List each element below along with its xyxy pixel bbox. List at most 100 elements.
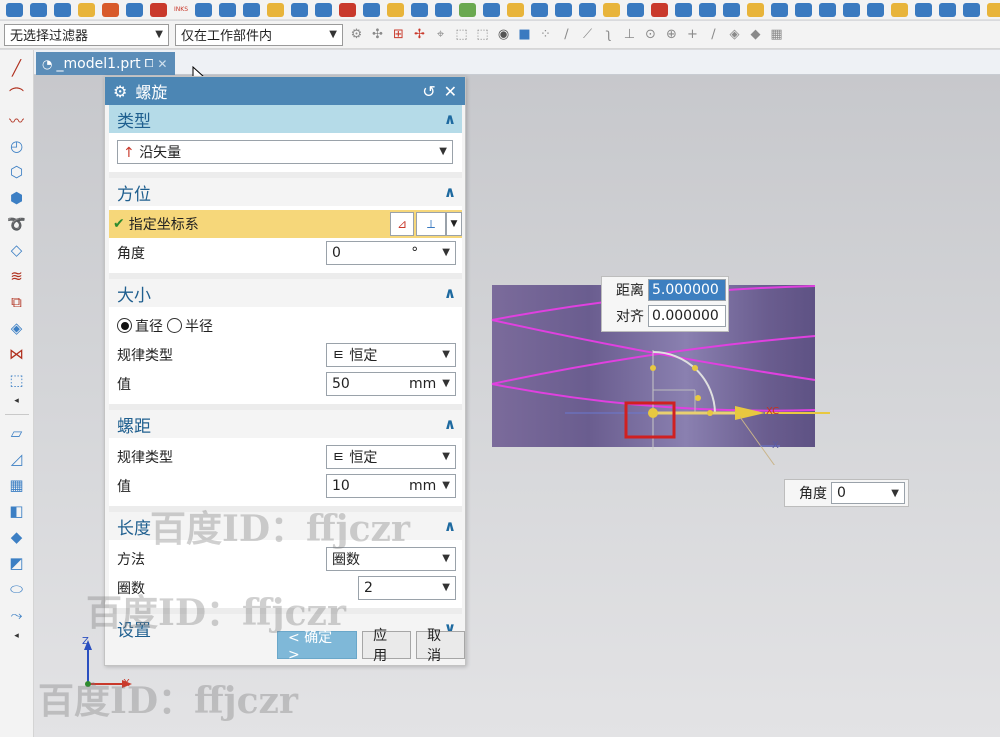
radius-radio[interactable] <box>167 318 182 333</box>
toolbar-tool-icon[interactable] <box>843 2 861 17</box>
toolbar-tool-icon[interactable] <box>939 2 957 17</box>
more-tools-icon[interactable]: ◂ <box>14 396 19 406</box>
csys-dialog-icon[interactable]: ⊿ <box>390 212 414 236</box>
grid-icon[interactable]: ▦ <box>769 27 784 42</box>
filter-gear-icon[interactable]: ⚙ <box>349 27 364 42</box>
toolbar-tool-icon[interactable] <box>411 2 429 17</box>
intersect-curve-icon[interactable]: ⋈ <box>7 344 27 364</box>
section-pitch-header[interactable]: 螺距 ∧ <box>109 410 462 438</box>
polygon-tool-icon[interactable]: ⬡ <box>7 162 27 182</box>
toolbar-tool-icon[interactable] <box>795 2 813 17</box>
toolbar-tool-icon[interactable] <box>126 2 143 17</box>
point-constructor-icon[interactable]: ⊞ <box>391 27 406 42</box>
turns-dropdown[interactable]: 2 ▼ <box>358 575 456 600</box>
solid-view-icon[interactable]: ■ <box>517 27 532 42</box>
pitch-law-dropdown[interactable]: ㅌ 恒定 ▼ <box>326 444 456 469</box>
circle-center-icon[interactable]: ⊙ <box>643 27 658 42</box>
toolbar-tool-icon[interactable] <box>435 2 453 17</box>
toolbar-tool-icon[interactable] <box>102 2 119 17</box>
toolbar-tool-icon[interactable] <box>771 2 789 17</box>
dialog-title-bar[interactable]: ⚙ 螺旋 ↺ ✕ <box>105 77 465 105</box>
toolbar-tool-icon[interactable] <box>219 2 237 17</box>
box-select-icon[interactable]: ⬚ <box>454 27 469 42</box>
surface-curve-icon[interactable]: ◈ <box>7 318 27 338</box>
toolbar-tool-icon[interactable] <box>819 2 837 17</box>
toolbar-tool-icon[interactable] <box>291 2 309 17</box>
toolbar-tool-icon[interactable] <box>363 2 381 17</box>
toolbar-tool-icon[interactable] <box>867 2 885 17</box>
face-icon[interactable]: ◈ <box>727 27 742 42</box>
toolbar-tool-icon[interactable] <box>243 2 261 17</box>
diameter-radio[interactable] <box>117 318 132 333</box>
shaded-view-icon[interactable]: ◉ <box>496 27 511 42</box>
toolbar-tool-icon[interactable] <box>30 2 47 17</box>
toolbar-tool-icon[interactable] <box>987 2 1000 17</box>
toolbar-tool-icon[interactable] <box>483 2 501 17</box>
toolbar-tool-icon[interactable] <box>747 2 765 17</box>
extract-curve-icon[interactable]: ⬚ <box>7 370 27 390</box>
toolbar-tool-icon[interactable] <box>507 2 525 17</box>
toolbar-tool-icon[interactable] <box>6 2 23 17</box>
region-select-icon[interactable]: ⬚ <box>475 27 490 42</box>
gear-icon[interactable]: ⚙ <box>113 82 127 101</box>
toolbar-tool-icon[interactable] <box>891 2 909 17</box>
selection-scope-dropdown[interactable]: 仅在工作部件内 ▼ <box>175 23 343 46</box>
line-point-icon[interactable]: ⟋ <box>580 27 595 42</box>
tube-tool-icon[interactable]: ⬭ <box>7 579 27 599</box>
toolbar-tool-icon[interactable] <box>675 2 693 17</box>
toolbar-tool-icon[interactable] <box>150 2 167 17</box>
csys-dropdown-icon[interactable]: ▼ <box>446 212 462 236</box>
toolbar-tool-icon[interactable] <box>339 2 357 17</box>
snap-end-icon[interactable]: ⌖ <box>433 27 448 42</box>
intersection-icon[interactable]: + <box>685 27 700 42</box>
distance-input[interactable]: 5.000000 <box>648 279 726 301</box>
close-icon[interactable]: ✕ <box>444 82 457 101</box>
toolbar-tool-icon[interactable] <box>315 2 333 17</box>
selection-filter-dropdown[interactable]: 无选择过滤器 ▼ <box>4 23 169 46</box>
scatter-icon[interactable]: ⁘ <box>538 27 553 42</box>
edge-icon[interactable]: ∕ <box>706 27 721 42</box>
body-icon[interactable]: ◆ <box>748 27 763 42</box>
reset-icon[interactable]: ↺ <box>422 82 435 101</box>
tab-model1[interactable]: ◔ _model1.prt ⧠ ✕ <box>36 52 176 75</box>
mesh-surface-icon[interactable]: ▦ <box>7 475 27 495</box>
csys-type-icon[interactable]: ⟂ <box>416 212 446 236</box>
toolbar-tool-icon[interactable] <box>603 2 621 17</box>
cancel-button[interactable]: 取消 <box>416 628 466 664</box>
spline-tool-icon[interactable]: 〰 <box>7 110 27 130</box>
snap-point-icon[interactable]: ✣ <box>370 27 385 42</box>
toolbar-tool-icon[interactable] <box>459 2 477 17</box>
toolbar-tool-icon[interactable] <box>651 2 669 17</box>
section-size-header[interactable]: 大小 ∧ <box>109 279 462 307</box>
perpendicular-icon[interactable]: ⊥ <box>622 27 637 42</box>
inferred-point-icon[interactable]: ✢ <box>412 27 427 42</box>
studio-surface-icon[interactable]: ◧ <box>7 501 27 521</box>
surface-tool-icon[interactable]: ▱ <box>7 423 27 443</box>
toolbar-tool-icon[interactable] <box>195 2 213 17</box>
sweep-tool-icon[interactable]: ⤳ <box>7 605 27 625</box>
toolbar-tool-icon[interactable] <box>267 2 285 17</box>
type-dropdown[interactable]: ↑ 沿矢量 ▼ <box>117 139 453 164</box>
section-type-header[interactable]: 类型 ∧ <box>109 105 462 133</box>
tangent-icon[interactable]: ʅ <box>601 27 616 42</box>
quadrant-icon[interactable]: ⊕ <box>664 27 679 42</box>
pitch-value-input[interactable]: 10 mm ▼ <box>326 473 456 498</box>
toolbar-tool-icon[interactable] <box>531 2 549 17</box>
helix-tool-icon[interactable]: ➰ <box>7 214 27 234</box>
project-curve-icon[interactable]: ⧉ <box>7 292 27 312</box>
toolbar-tool-icon[interactable] <box>387 2 405 17</box>
section-orientation-header[interactable]: 方位 ∧ <box>109 178 462 206</box>
offset-curve-icon[interactable]: ≋ <box>7 266 27 286</box>
toolbar-tool-icon[interactable] <box>555 2 573 17</box>
angle-input[interactable]: 0 ° ▼ <box>326 240 456 265</box>
close-icon[interactable]: ✕ <box>157 57 167 71</box>
toolbar-tool-icon[interactable] <box>54 2 71 17</box>
toolbar-tool-icon[interactable] <box>723 2 741 17</box>
ruled-surface-icon[interactable]: ◿ <box>7 449 27 469</box>
plane-tool-icon[interactable]: ◇ <box>7 240 27 260</box>
toolbar-tool-icon[interactable] <box>78 2 95 17</box>
apply-button[interactable]: 应用 <box>362 628 412 664</box>
swept-surface-icon[interactable]: ◆ <box>7 527 27 547</box>
fillet-tool-icon[interactable]: ◴ <box>7 136 27 156</box>
hud-angle-dropdown[interactable]: 0 ▼ <box>831 482 905 504</box>
